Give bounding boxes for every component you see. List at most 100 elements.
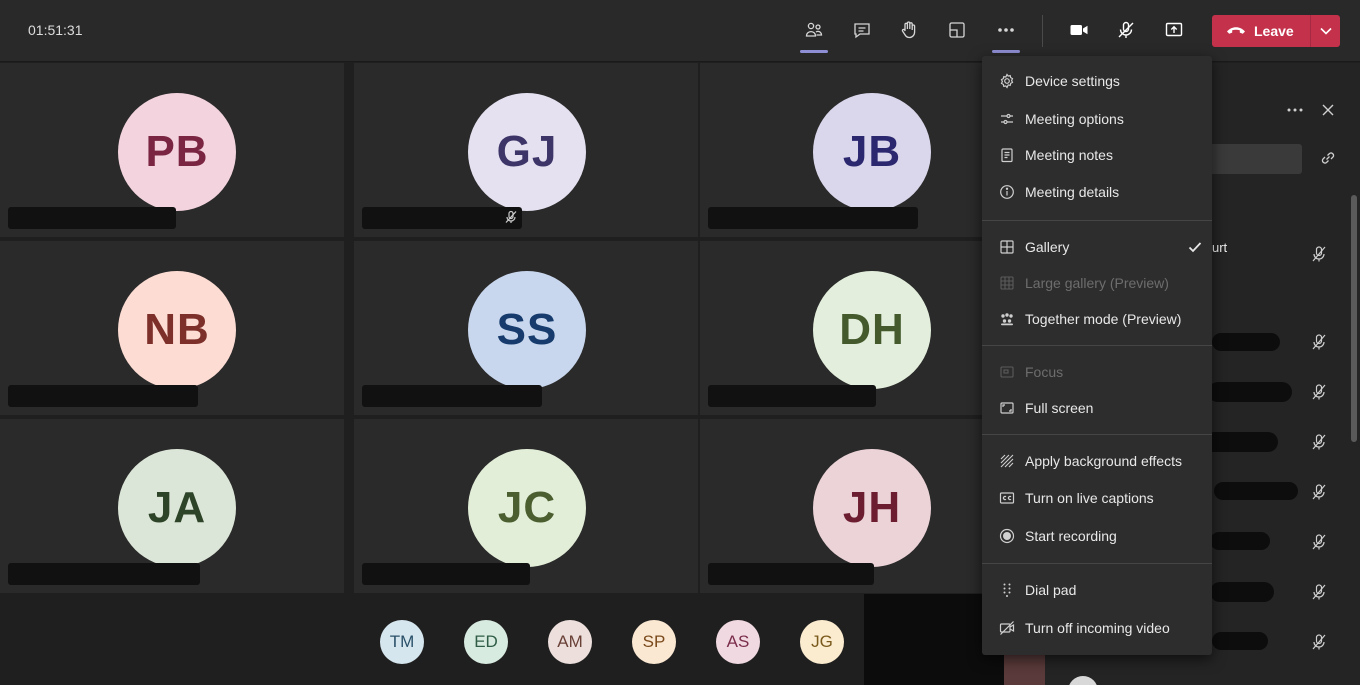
menu-item-meeting-details[interactable]: Meeting details <box>982 174 1212 210</box>
participant-name-redacted <box>362 563 530 585</box>
avatar: PB <box>118 93 236 211</box>
avatar: JA <box>118 449 236 567</box>
avatar[interactable]: AS <box>716 620 760 664</box>
leave-options-button[interactable] <box>1311 15 1340 47</box>
avatar: SS <box>468 271 586 389</box>
participant-name-redacted <box>1208 382 1292 402</box>
camera-toggle-button[interactable] <box>1061 12 1097 48</box>
rooms-button[interactable] <box>939 12 975 48</box>
avatar: JC <box>468 449 586 567</box>
muted-mic-icon <box>1310 245 1328 268</box>
copy-join-link-button[interactable] <box>1319 149 1337 172</box>
avatar[interactable]: AM <box>548 620 592 664</box>
muted-mic-icon <box>1310 333 1328 356</box>
menu-item-large-gallery: Large gallery (Preview) <box>982 265 1212 301</box>
muted-mic-icon <box>505 210 517 223</box>
menu-divider <box>982 220 1212 221</box>
show-participants-button[interactable] <box>796 12 832 53</box>
avatar: JB <box>813 93 931 211</box>
menu-item-focus: Focus <box>982 354 1212 390</box>
menu-item-label: Meeting details <box>1025 184 1120 200</box>
menu-item-turn-off-incoming-video[interactable]: Turn off incoming video <box>982 610 1212 646</box>
menu-item-dial-pad[interactable]: Dial pad <box>982 572 1212 608</box>
menu-item-device-settings[interactable]: Device settings <box>982 63 1212 99</box>
more-icon <box>998 28 1014 32</box>
video-tile[interactable]: JA <box>0 419 344 593</box>
toolbar-divider <box>1042 15 1043 47</box>
participant-name-redacted <box>1210 582 1274 602</box>
participant-name-redacted <box>1214 482 1298 500</box>
menu-item-live-captions[interactable]: Turn on live captions <box>982 480 1212 516</box>
muted-mic-icon <box>1310 433 1328 456</box>
raise-hand-button[interactable] <box>891 12 927 48</box>
breakout-rooms-icon <box>949 22 965 38</box>
menu-item-label: Start recording <box>1025 528 1117 544</box>
menu-item-background-effects[interactable]: Apply background effects <box>982 443 1212 479</box>
muted-mic-icon <box>1310 533 1328 556</box>
avatar[interactable]: TM <box>380 620 424 664</box>
mic-off-icon <box>1118 21 1134 38</box>
menu-item-label: Gallery <box>1025 239 1070 255</box>
participant-name-redacted <box>708 385 876 407</box>
avatar[interactable]: SP <box>632 620 676 664</box>
background-effects-icon <box>1000 454 1014 468</box>
participant-name-redacted <box>1204 432 1278 452</box>
participant-name-redacted <box>8 563 200 585</box>
menu-item-gallery[interactable]: Gallery <box>982 229 1212 265</box>
sliders-icon <box>1001 113 1013 125</box>
record-icon <box>999 528 1015 544</box>
menu-item-full-screen[interactable]: Full screen <box>982 390 1212 426</box>
captions-icon <box>999 492 1015 504</box>
participants-scrollbar[interactable] <box>1351 195 1357 442</box>
avatar: DH <box>813 271 931 389</box>
menu-item-label: Turn on live captions <box>1025 490 1154 506</box>
pane-close-button[interactable] <box>1319 101 1337 124</box>
menu-divider <box>982 563 1212 564</box>
participant-name-redacted <box>708 563 874 585</box>
menu-divider <box>982 345 1212 346</box>
menu-item-together-mode[interactable]: Together mode (Preview) <box>982 301 1212 337</box>
muted-mic-icon <box>1310 483 1328 506</box>
menu-item-meeting-notes[interactable]: Meeting notes <box>982 137 1212 173</box>
leave-label: Leave <box>1254 23 1294 39</box>
avatar[interactable]: ED <box>464 620 508 664</box>
menu-item-label: Turn off incoming video <box>1025 620 1170 636</box>
video-tile[interactable]: GJ <box>354 63 698 237</box>
more-actions-button[interactable] <box>988 12 1024 53</box>
menu-item-label: Apply background effects <box>1025 453 1182 469</box>
participant-name-redacted <box>8 207 176 229</box>
participant-name-redacted <box>362 207 522 229</box>
leave-main-action[interactable]: Leave <box>1212 15 1310 47</box>
chevron-down-icon <box>1319 27 1332 35</box>
show-conversation-button[interactable] <box>844 12 880 48</box>
video-camera-icon <box>1070 25 1088 35</box>
more-actions-menu: Device settings Meeting options Meeting … <box>982 56 1212 655</box>
leave-button[interactable]: Leave <box>1212 15 1340 47</box>
menu-item-label: Meeting notes <box>1025 147 1113 163</box>
gear-icon <box>1000 73 1014 89</box>
video-tile[interactable]: SS <box>354 241 698 415</box>
video-tile[interactable]: NB <box>0 241 344 415</box>
menu-item-label: Meeting options <box>1025 111 1124 127</box>
menu-item-label: Full screen <box>1025 400 1094 416</box>
avatar: NB <box>118 271 236 389</box>
share-content-button[interactable] <box>1156 12 1192 48</box>
avatar[interactable]: JG <box>800 620 844 664</box>
full-screen-icon <box>1000 402 1014 414</box>
microphone-toggle-button[interactable] <box>1108 12 1144 48</box>
info-icon <box>1000 185 1014 199</box>
menu-item-label: Together mode (Preview) <box>1025 311 1182 327</box>
menu-item-label: Dial pad <box>1025 582 1077 598</box>
menu-item-meeting-options[interactable]: Meeting options <box>982 101 1212 137</box>
video-off-icon <box>999 621 1015 635</box>
together-mode-icon <box>1001 313 1013 326</box>
participant-name-redacted <box>1210 532 1270 550</box>
video-tile[interactable]: JC <box>354 419 698 593</box>
menu-item-start-recording[interactable]: Start recording <box>982 518 1212 554</box>
pane-more-options-button[interactable] <box>1286 101 1304 124</box>
menu-divider <box>982 434 1212 435</box>
participant-gallery: PB GJ JB NB SS DH JA JC JH <box>0 63 1045 594</box>
video-tile[interactable]: PB <box>0 63 344 237</box>
participant-name-redacted <box>362 385 542 407</box>
participants-icon <box>805 22 823 37</box>
